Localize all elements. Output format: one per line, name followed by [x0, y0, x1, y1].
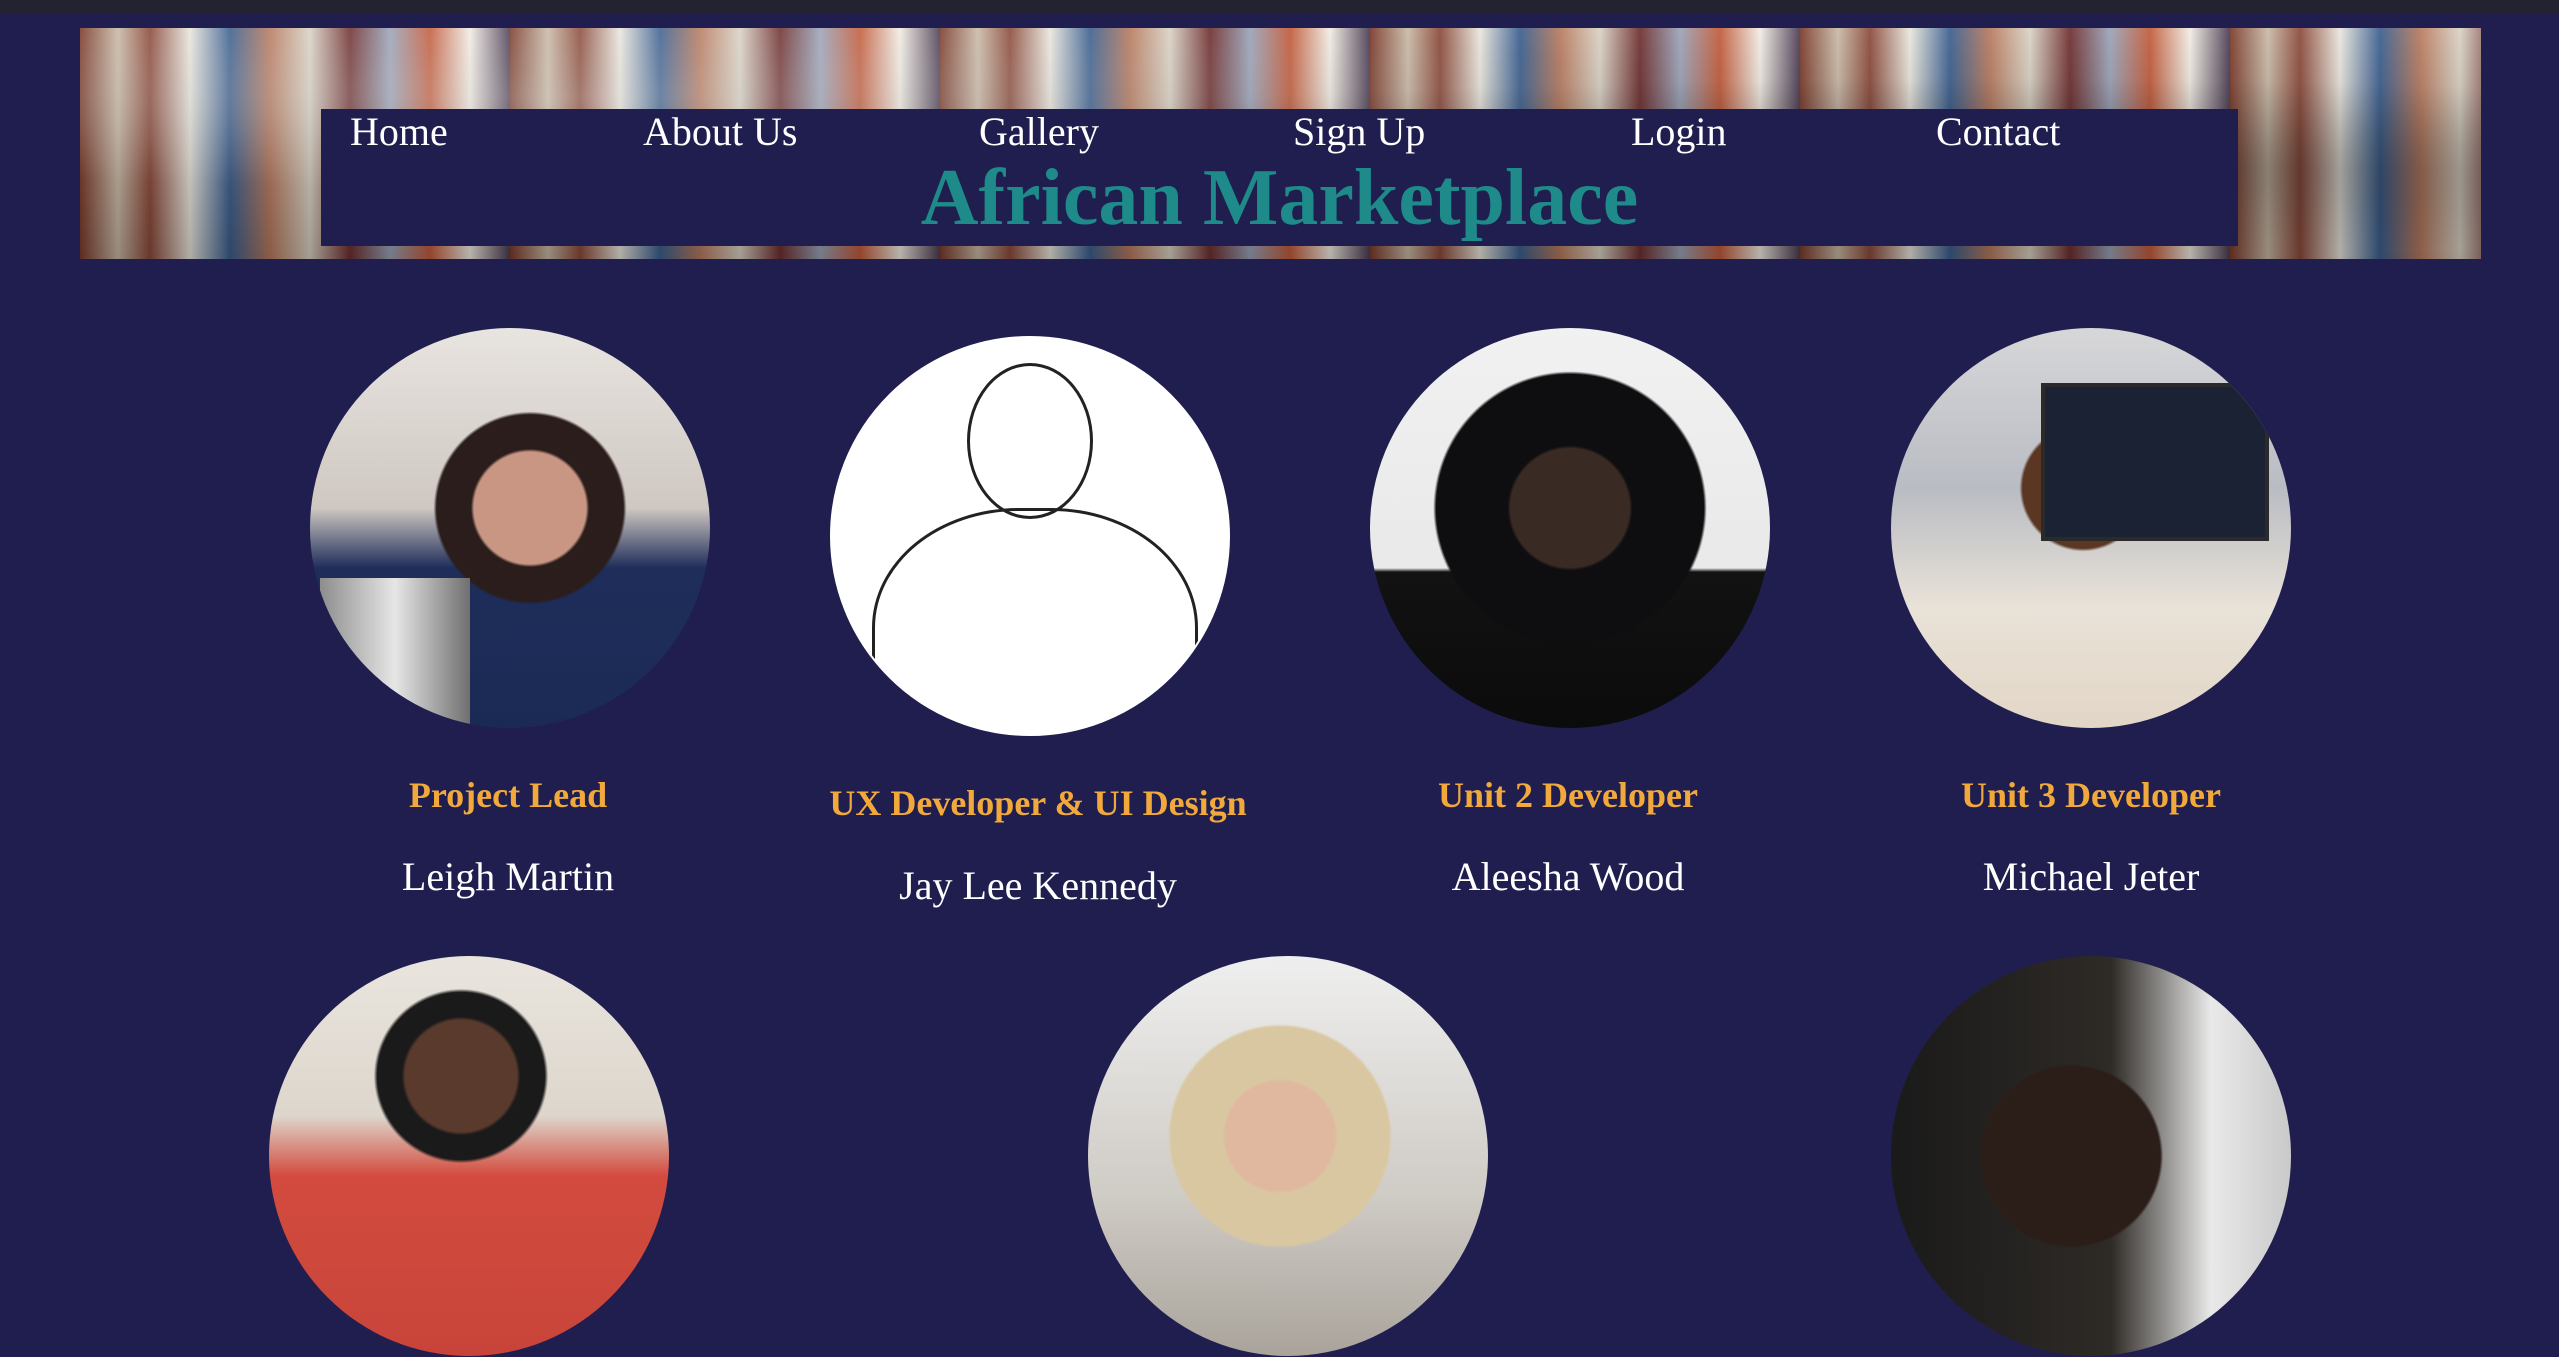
browser-top-strip — [0, 0, 2559, 14]
nav-sign-up[interactable]: Sign Up — [1293, 108, 1425, 156]
avatar-team-member-5 — [269, 956, 669, 1356]
avatar-michael-jeter — [1891, 328, 2291, 728]
member-name: Leigh Martin — [401, 854, 615, 899]
member-role: Unit 3 Developer — [1961, 775, 2221, 815]
member-role: UX Developer & UI Design — [829, 783, 1247, 823]
nav-home[interactable]: Home — [350, 108, 448, 156]
avatar-aleesha-wood — [1370, 328, 1770, 728]
nav-contact[interactable]: Contact — [1936, 108, 2060, 156]
member-name: Jay Lee Kennedy — [899, 863, 1177, 908]
member-role: Project Lead — [408, 775, 608, 815]
avatar-team-member-6 — [1088, 956, 1488, 1356]
avatar-team-member-7 — [1891, 956, 2291, 1356]
nav-login[interactable]: Login — [1631, 108, 1727, 156]
member-name: Aleesha Wood — [1451, 854, 1685, 899]
member-name: Michael Jeter — [1982, 854, 2200, 899]
computer-monitor — [2041, 383, 2269, 541]
site-title: African Marketplace — [920, 154, 1639, 242]
sketch-torso — [872, 508, 1198, 734]
tumbler-cup — [320, 578, 470, 728]
member-role: Unit 2 Developer — [1438, 775, 1698, 815]
sketch-head — [967, 363, 1093, 519]
nav-gallery[interactable]: Gallery — [979, 108, 1099, 156]
avatar-jay-lee-kennedy — [830, 336, 1230, 736]
nav-about-us[interactable]: About Us — [643, 108, 797, 156]
avatar-leigh-martin — [310, 328, 710, 728]
